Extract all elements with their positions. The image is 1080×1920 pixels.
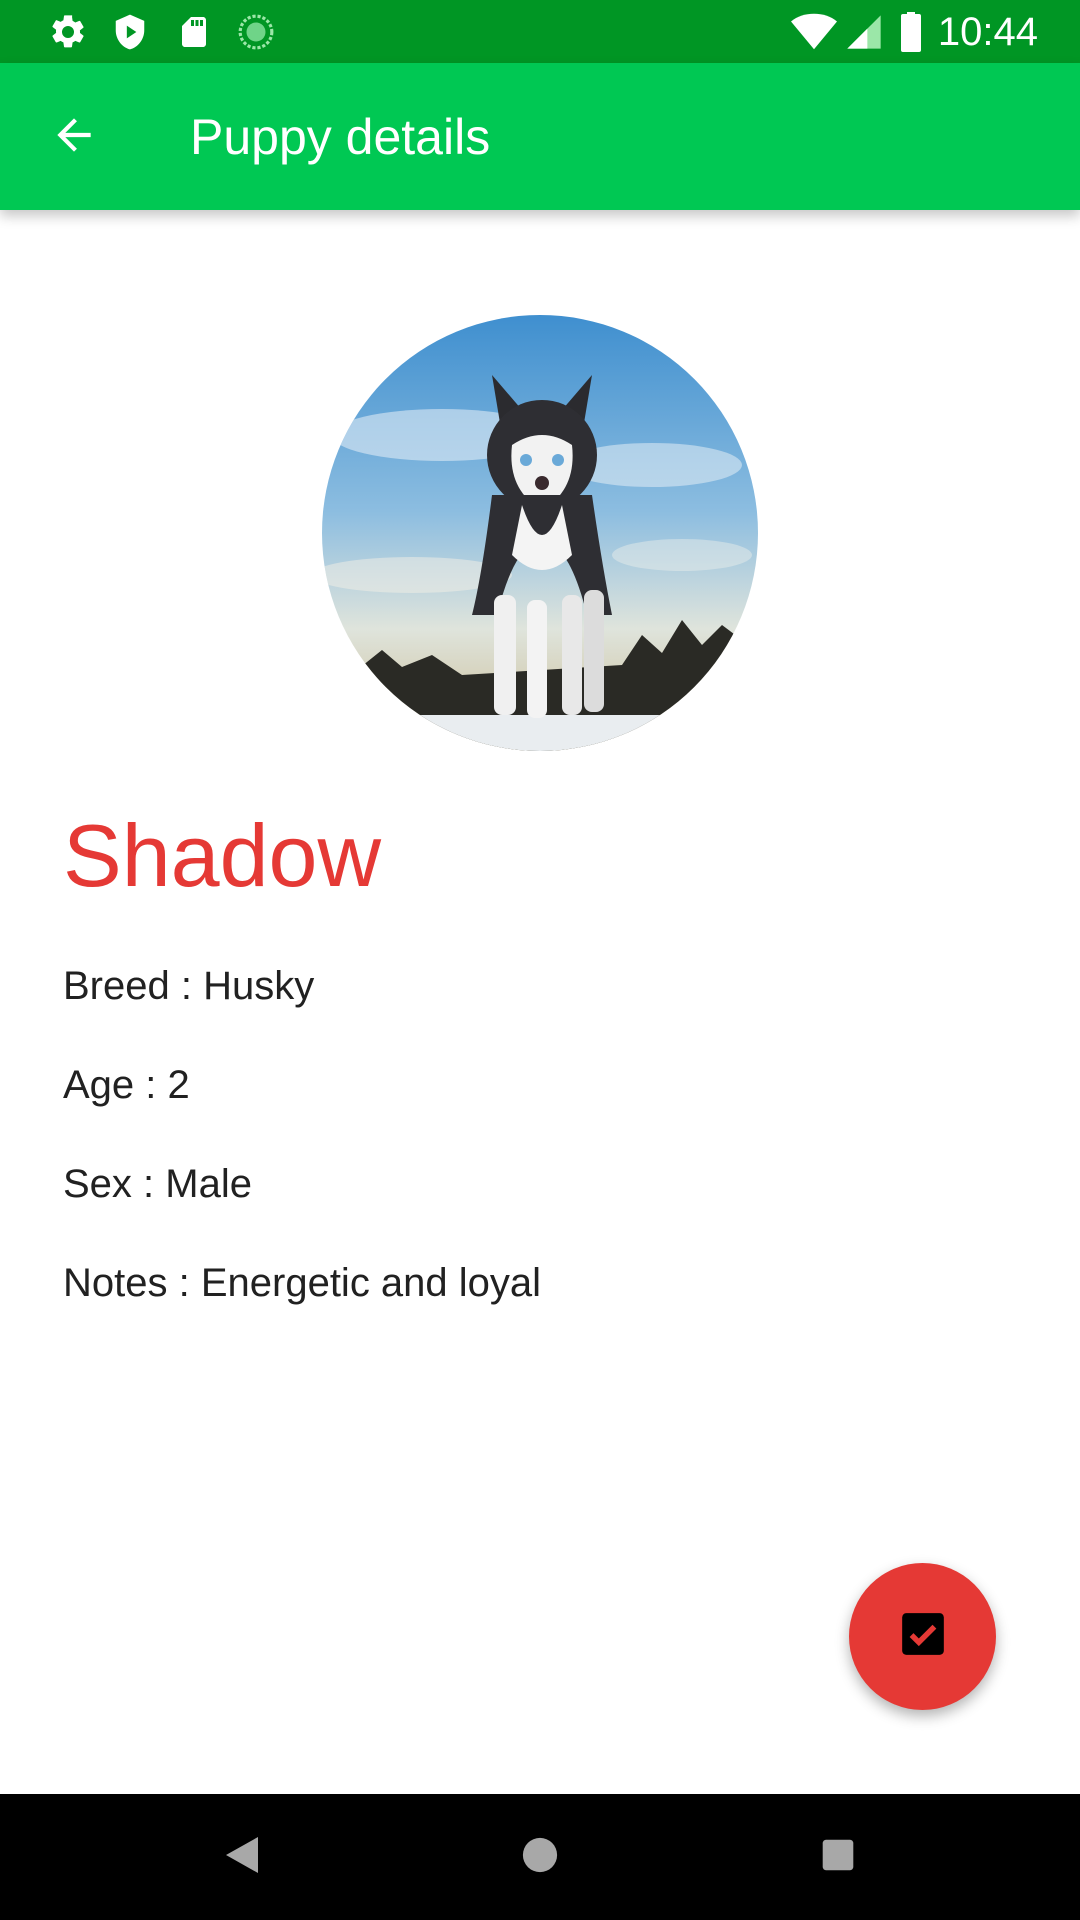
puppy-name: Shadow [63, 806, 382, 905]
check-box-icon [898, 1609, 948, 1664]
signal-icon [842, 12, 886, 52]
notes-text: Notes : Energetic and loyal [63, 1261, 542, 1305]
sync-icon [236, 12, 276, 52]
adopt-fab-button[interactable] [849, 1563, 996, 1710]
back-button[interactable] [40, 103, 108, 171]
age-text: Age : 2 [63, 1063, 190, 1107]
sex-text: Sex : Male [63, 1162, 252, 1206]
home-circle-icon [521, 1836, 559, 1879]
puppy-photo [322, 315, 758, 751]
clock: 10:44 [937, 10, 1038, 54]
shield-icon [110, 12, 150, 52]
status-bar: 10:44 [0, 0, 1080, 63]
system-nav-bar [0, 1794, 1080, 1920]
breed-text: Breed : Husky [63, 964, 315, 1008]
recents-square-icon [821, 1838, 855, 1877]
sd-card-icon [174, 12, 214, 52]
nav-home-button[interactable] [510, 1827, 570, 1887]
nav-recents-button[interactable] [808, 1827, 868, 1887]
page-title: Puppy details [190, 109, 491, 165]
husky-illustration [322, 315, 758, 751]
settings-icon [48, 12, 88, 52]
arrow-back-icon [49, 110, 99, 165]
battery-icon [896, 12, 926, 52]
nav-back-button[interactable] [212, 1827, 272, 1887]
app-bar: Puppy details [0, 63, 1080, 210]
back-triangle-icon [224, 1835, 260, 1880]
wifi-icon [790, 12, 838, 52]
